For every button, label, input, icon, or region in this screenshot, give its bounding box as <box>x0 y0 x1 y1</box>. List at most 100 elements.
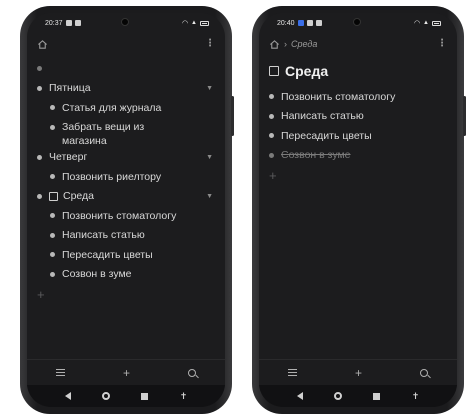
list-item-label: Пересадить цветы <box>62 248 153 261</box>
search-icon[interactable] <box>419 368 428 377</box>
app-bar: ⋮ <box>27 33 225 55</box>
side-button <box>231 96 234 136</box>
wednesday-children: Позвонить стоматологу Написать статью Пе… <box>37 206 215 284</box>
page-title-text: Среда <box>285 63 329 79</box>
list-item-zoom[interactable]: Созвон в зуме <box>50 265 215 285</box>
menu-icon[interactable] <box>287 369 297 376</box>
chevron-down-icon[interactable]: ▼ <box>206 85 213 92</box>
nav-home-icon[interactable] <box>334 392 343 400</box>
bullet-icon <box>50 232 55 238</box>
list-item-label: Забрать вещи из магазина <box>62 120 144 148</box>
notification-icon <box>306 20 313 26</box>
plus-icon[interactable]: + <box>123 366 130 380</box>
status-time: 20:40 <box>277 19 295 27</box>
bullet-icon <box>269 94 274 100</box>
bottom-toolbar: + <box>27 359 225 385</box>
list-item-label: Написать статью <box>281 110 364 123</box>
notification-icon <box>65 20 72 26</box>
nav-back-icon[interactable] <box>64 392 71 400</box>
list-item-dentist[interactable]: Позвонить стоматологу <box>269 87 447 107</box>
list-item-zoom-completed[interactable]: Созвон в зуме <box>269 146 447 166</box>
screenshot-stage: 20:37 ◠ ▲ ⋮ Пятница ▼ Статья для журнала… <box>0 0 474 420</box>
list-item-thursday[interactable]: Четверг ▼ <box>37 148 215 168</box>
bullet-icon <box>50 105 55 111</box>
accessibility-icon[interactable]: ✝ <box>412 391 420 402</box>
list-item-dentist[interactable]: Позвонить стоматологу <box>50 206 215 226</box>
nav-home-icon[interactable] <box>102 392 111 400</box>
phone-screen-left: 20:37 ◠ ▲ ⋮ Пятница ▼ Статья для журнала… <box>27 13 225 407</box>
more-vertical-icon[interactable]: ⋮ <box>437 39 447 49</box>
chevron-down-icon[interactable]: ▼ <box>206 193 213 200</box>
add-item-button[interactable]: + <box>269 165 447 185</box>
list-item-label: Пересадить цветы <box>281 129 372 142</box>
status-time: 20:37 <box>45 19 63 27</box>
list-item-label: Среда <box>63 190 94 203</box>
list-item-article[interactable]: Написать статью <box>269 107 447 127</box>
system-nav-bar: ✝ <box>259 385 457 407</box>
side-button <box>463 96 466 136</box>
notification-icon <box>315 20 322 26</box>
battery-icon <box>432 20 441 26</box>
list-item-friday[interactable]: Пятница ▼ <box>37 79 215 99</box>
nav-recents-icon[interactable] <box>141 392 149 400</box>
list-item-label: Четверг <box>49 151 88 164</box>
list-item-flowers[interactable]: Пересадить цветы <box>50 245 215 265</box>
list-item-article[interactable]: Написать статью <box>50 226 215 246</box>
list-item-root[interactable] <box>37 59 215 79</box>
accessibility-icon[interactable]: ✝ <box>180 391 188 402</box>
list-item-pickup[interactable]: Забрать вещи из магазина <box>50 118 215 148</box>
home-icon[interactable] <box>269 39 280 50</box>
thursday-children: Позвонить риелтору <box>37 167 215 187</box>
chevron-right-icon: › <box>284 39 287 49</box>
add-item-button[interactable]: + <box>37 284 215 304</box>
signal-icon: ▲ <box>423 20 429 26</box>
list-item-flowers[interactable]: Пересадить цветы <box>269 126 447 146</box>
notification-icon <box>297 20 304 26</box>
checkbox[interactable] <box>269 66 279 76</box>
bottom-toolbar: + <box>259 359 457 385</box>
bullet-icon <box>50 174 55 180</box>
bullet-icon <box>50 124 55 130</box>
outline-list: Пятница ▼ Статья для журнала Забрать вещ… <box>27 55 225 304</box>
list-item-wednesday[interactable]: Среда ▼ <box>37 187 215 207</box>
list-item-journal[interactable]: Статья для журнала <box>50 98 215 118</box>
plus-icon[interactable]: + <box>355 366 362 380</box>
breadcrumb-item[interactable]: Среда <box>291 39 317 49</box>
list-item-label: Позвонить стоматологу <box>281 90 396 103</box>
outline-list: Среда Позвонить стоматологу Написать ста… <box>259 55 457 185</box>
list-item-label: Позвонить стоматологу <box>62 209 177 222</box>
phone-screen-right: 20:40 ◠ ▲ › Среда ⋮ Среда Позвонить стом… <box>259 13 457 407</box>
menu-icon[interactable] <box>55 369 65 376</box>
bullet-icon <box>37 154 42 160</box>
bullet-icon <box>50 213 55 219</box>
checkbox[interactable] <box>49 191 58 201</box>
phone-right: 20:40 ◠ ▲ › Среда ⋮ Среда Позвонить стом… <box>252 6 466 414</box>
bullet-icon <box>37 66 42 72</box>
wifi-icon: ◠ <box>413 20 421 27</box>
bullet-icon <box>50 271 55 277</box>
list-item-realtor[interactable]: Позвонить риелтору <box>50 167 215 187</box>
list-item-label: Пятница <box>49 82 91 95</box>
nav-recents-icon[interactable] <box>373 392 381 400</box>
bullet-icon <box>50 252 55 258</box>
notification-icon <box>74 20 81 26</box>
list-item-label: Созвон в зуме <box>281 149 351 162</box>
bullet-icon <box>269 113 274 119</box>
search-icon[interactable] <box>187 368 196 377</box>
list-item-label: Написать статью <box>62 229 145 242</box>
phone-left: 20:37 ◠ ▲ ⋮ Пятница ▼ Статья для журнала… <box>20 6 234 414</box>
home-icon[interactable] <box>37 39 48 50</box>
wifi-icon: ◠ <box>181 20 189 27</box>
breadcrumb: › Среда <box>269 39 317 50</box>
page-title[interactable]: Среда <box>269 59 447 83</box>
chevron-down-icon[interactable]: ▼ <box>206 154 213 161</box>
app-bar: › Среда ⋮ <box>259 33 457 55</box>
front-camera <box>121 18 129 26</box>
list-item-label: Статья для журнала <box>62 101 162 114</box>
more-vertical-icon[interactable]: ⋮ <box>205 39 215 49</box>
friday-children: Статья для журнала Забрать вещи из магаз… <box>37 98 215 148</box>
nav-back-icon[interactable] <box>296 392 303 400</box>
list-item-label: Позвонить риелтору <box>62 170 162 183</box>
bullet-icon <box>269 133 274 139</box>
signal-icon: ▲ <box>191 20 197 26</box>
